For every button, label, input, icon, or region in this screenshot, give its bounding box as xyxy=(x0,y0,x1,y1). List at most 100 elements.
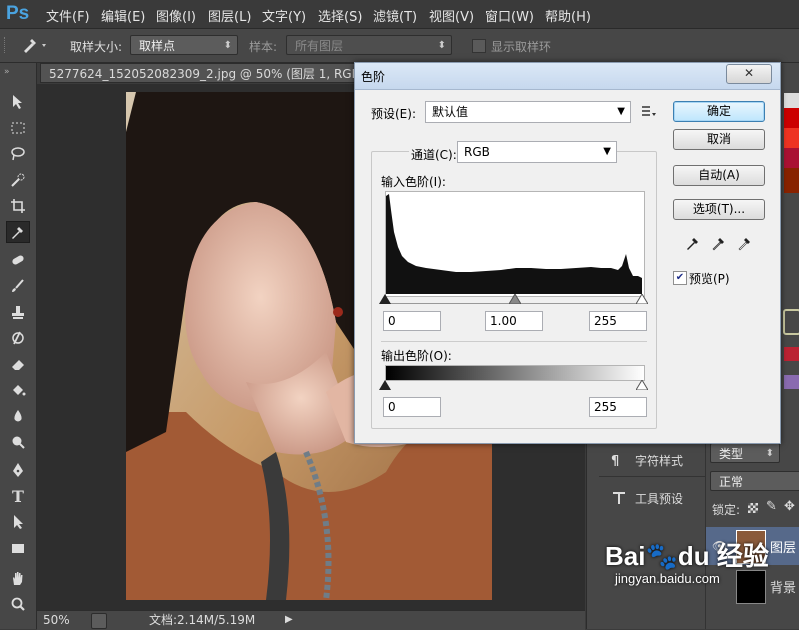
output-gradient xyxy=(385,365,645,381)
input-black-field[interactable]: 0 xyxy=(383,311,441,331)
options-button[interactable]: 选项(T)... xyxy=(673,199,765,220)
close-icon[interactable]: ✕ xyxy=(726,64,772,84)
preset-options-icon[interactable] xyxy=(641,104,657,121)
pen-tool-icon[interactable] xyxy=(6,459,30,481)
output-black-slider-icon[interactable] xyxy=(379,379,391,393)
channel-select[interactable]: RGB ▼ xyxy=(457,141,617,163)
layer-filter-value: 类型 xyxy=(719,447,744,461)
lock-pixels-icon[interactable]: ✎ xyxy=(766,499,777,514)
preview-checkbox[interactable]: ✔ xyxy=(673,271,687,285)
lock-position-icon[interactable]: ✥ xyxy=(784,499,795,514)
layer-name[interactable]: 图层 xyxy=(770,537,796,556)
black-point-eyedropper-icon[interactable] xyxy=(685,235,701,254)
ok-button[interactable]: 确定 xyxy=(673,101,765,122)
input-black-slider-icon[interactable] xyxy=(379,293,391,307)
select-arrow-icon: ⬍ xyxy=(765,448,774,459)
swatches-strip[interactable] xyxy=(784,93,799,193)
watermark-brand2: du xyxy=(677,541,710,571)
channel-label: 通道(C): xyxy=(409,146,459,163)
marquee-tool-icon[interactable] xyxy=(6,117,30,139)
menu-image[interactable]: 图像(I) xyxy=(156,6,196,25)
histogram xyxy=(385,191,645,297)
menu-help[interactable]: 帮助(H) xyxy=(545,6,591,25)
photoshop-logo: Ps xyxy=(6,3,30,24)
clone-stamp-tool-icon[interactable] xyxy=(6,301,30,323)
char-style-icon: ¶ xyxy=(611,452,627,471)
quick-select-tool-icon[interactable] xyxy=(6,169,30,191)
paint-bucket-tool-icon[interactable] xyxy=(6,379,30,401)
crop-tool-icon[interactable] xyxy=(6,195,30,217)
menu-bar: Ps 文件(F) 编辑(E) 图像(I) 图层(L) 文字(Y) 选择(S) 滤… xyxy=(0,0,799,29)
layer-filter-select[interactable]: 类型 ⬍ xyxy=(710,443,780,463)
output-levels-label: 输出色阶(O): xyxy=(381,349,452,363)
input-levels-label: 输入色阶(I): xyxy=(381,175,446,189)
blend-mode-value: 正常 xyxy=(719,475,744,489)
menu-layer[interactable]: 图层(L) xyxy=(208,6,251,25)
levels-dialog: 色阶 ✕ 预设(E): 默认值 ▼ 通道(C): RGB ▼ 输入色阶(I): … xyxy=(354,62,781,444)
cancel-button[interactable]: 取消 xyxy=(673,129,765,150)
auto-button[interactable]: 自动(A) xyxy=(673,165,765,186)
zoom-level[interactable]: 50% xyxy=(43,611,70,629)
menu-window[interactable]: 窗口(W) xyxy=(485,6,534,25)
hand-tool-icon[interactable] xyxy=(6,567,30,589)
layers-panel: 类型 ⬍ 正常 锁定: ✎ ✥ 👁 图层 背景 xyxy=(705,443,799,629)
divider xyxy=(381,341,647,342)
status-menu-icon[interactable] xyxy=(91,613,107,629)
blur-tool-icon[interactable] xyxy=(6,405,30,427)
blend-mode-select[interactable]: 正常 xyxy=(710,471,799,491)
paw-icon: 🐾 xyxy=(645,541,678,571)
gray-point-eyedropper-icon[interactable] xyxy=(711,235,727,254)
tool-preset-icon xyxy=(611,490,627,509)
white-point-eyedropper-icon[interactable] xyxy=(737,235,753,254)
output-white-field[interactable]: 255 xyxy=(589,397,647,417)
options-grip xyxy=(4,37,8,53)
output-white-slider-icon[interactable] xyxy=(635,379,649,393)
move-tool-icon[interactable] xyxy=(6,91,30,113)
show-ring-checkbox[interactable] xyxy=(472,39,486,53)
document-size: 文档:2.14M/5.19M xyxy=(149,613,256,627)
lock-label: 锁定: xyxy=(712,503,741,517)
type-tool-icon[interactable]: T xyxy=(6,485,30,507)
document-tab[interactable]: 5277624_152052082309_2.jpg @ 50% (图层 1, … xyxy=(40,63,370,83)
menu-file[interactable]: 文件(F) xyxy=(46,6,90,25)
input-gamma-slider-icon[interactable] xyxy=(508,293,522,307)
style-swatch-red[interactable] xyxy=(784,347,799,361)
path-selection-tool-icon[interactable] xyxy=(6,511,30,533)
input-white-slider-icon[interactable] xyxy=(635,293,649,307)
eraser-tool-icon[interactable] xyxy=(6,353,30,375)
menu-filter[interactable]: 滤镜(T) xyxy=(373,6,417,25)
lasso-tool-icon[interactable] xyxy=(6,143,30,165)
eyedropper-tool-icon[interactable] xyxy=(6,221,30,243)
input-gamma-field[interactable]: 1.00 xyxy=(485,311,543,331)
layer-name[interactable]: 背景 xyxy=(770,577,796,596)
options-bar: 取样大小: 取样点 ⬍ 样本: 所有图层 ⬍ 显示取样环 xyxy=(0,29,799,63)
sample-select[interactable]: 所有图层 ⬍ xyxy=(286,35,452,55)
show-ring-label: 显示取样环 xyxy=(491,40,552,54)
preset-select[interactable]: 默认值 ▼ xyxy=(425,101,631,123)
menu-edit[interactable]: 编辑(E) xyxy=(101,6,145,25)
status-arrow-icon[interactable]: ▶ xyxy=(285,611,293,629)
style-swatch-purple[interactable] xyxy=(784,375,799,389)
menu-view[interactable]: 视图(V) xyxy=(429,6,474,25)
dodge-tool-icon[interactable] xyxy=(6,431,30,453)
eyedropper-preset-icon[interactable] xyxy=(20,35,50,58)
brush-tool-icon[interactable] xyxy=(6,275,30,297)
input-white-field[interactable]: 255 xyxy=(589,311,647,331)
lock-transparent-icon[interactable] xyxy=(748,503,758,513)
rectangle-tool-icon[interactable] xyxy=(6,537,30,559)
output-black-field[interactable]: 0 xyxy=(383,397,441,417)
baidu-watermark: Bai🐾du 经验 jingyan.baidu.com xyxy=(605,542,769,586)
healing-brush-tool-icon[interactable] xyxy=(6,249,30,271)
menu-type[interactable]: 文字(Y) xyxy=(262,6,306,25)
history-brush-tool-icon[interactable] xyxy=(6,327,30,349)
style-swatch[interactable] xyxy=(783,309,799,335)
dialog-titlebar[interactable]: 色阶 ✕ xyxy=(355,63,780,90)
zoom-tool-icon[interactable] xyxy=(6,593,30,615)
tool-preset-label: 工具预设 xyxy=(635,492,684,506)
menu-select[interactable]: 选择(S) xyxy=(318,6,362,25)
dialog-title: 色阶 xyxy=(361,70,386,84)
sample-size-select[interactable]: 取样点 ⬍ xyxy=(130,35,238,55)
channel-value: RGB xyxy=(464,145,490,159)
tools-collapse-icon[interactable]: » xyxy=(4,67,10,77)
svg-text:¶: ¶ xyxy=(611,454,619,468)
